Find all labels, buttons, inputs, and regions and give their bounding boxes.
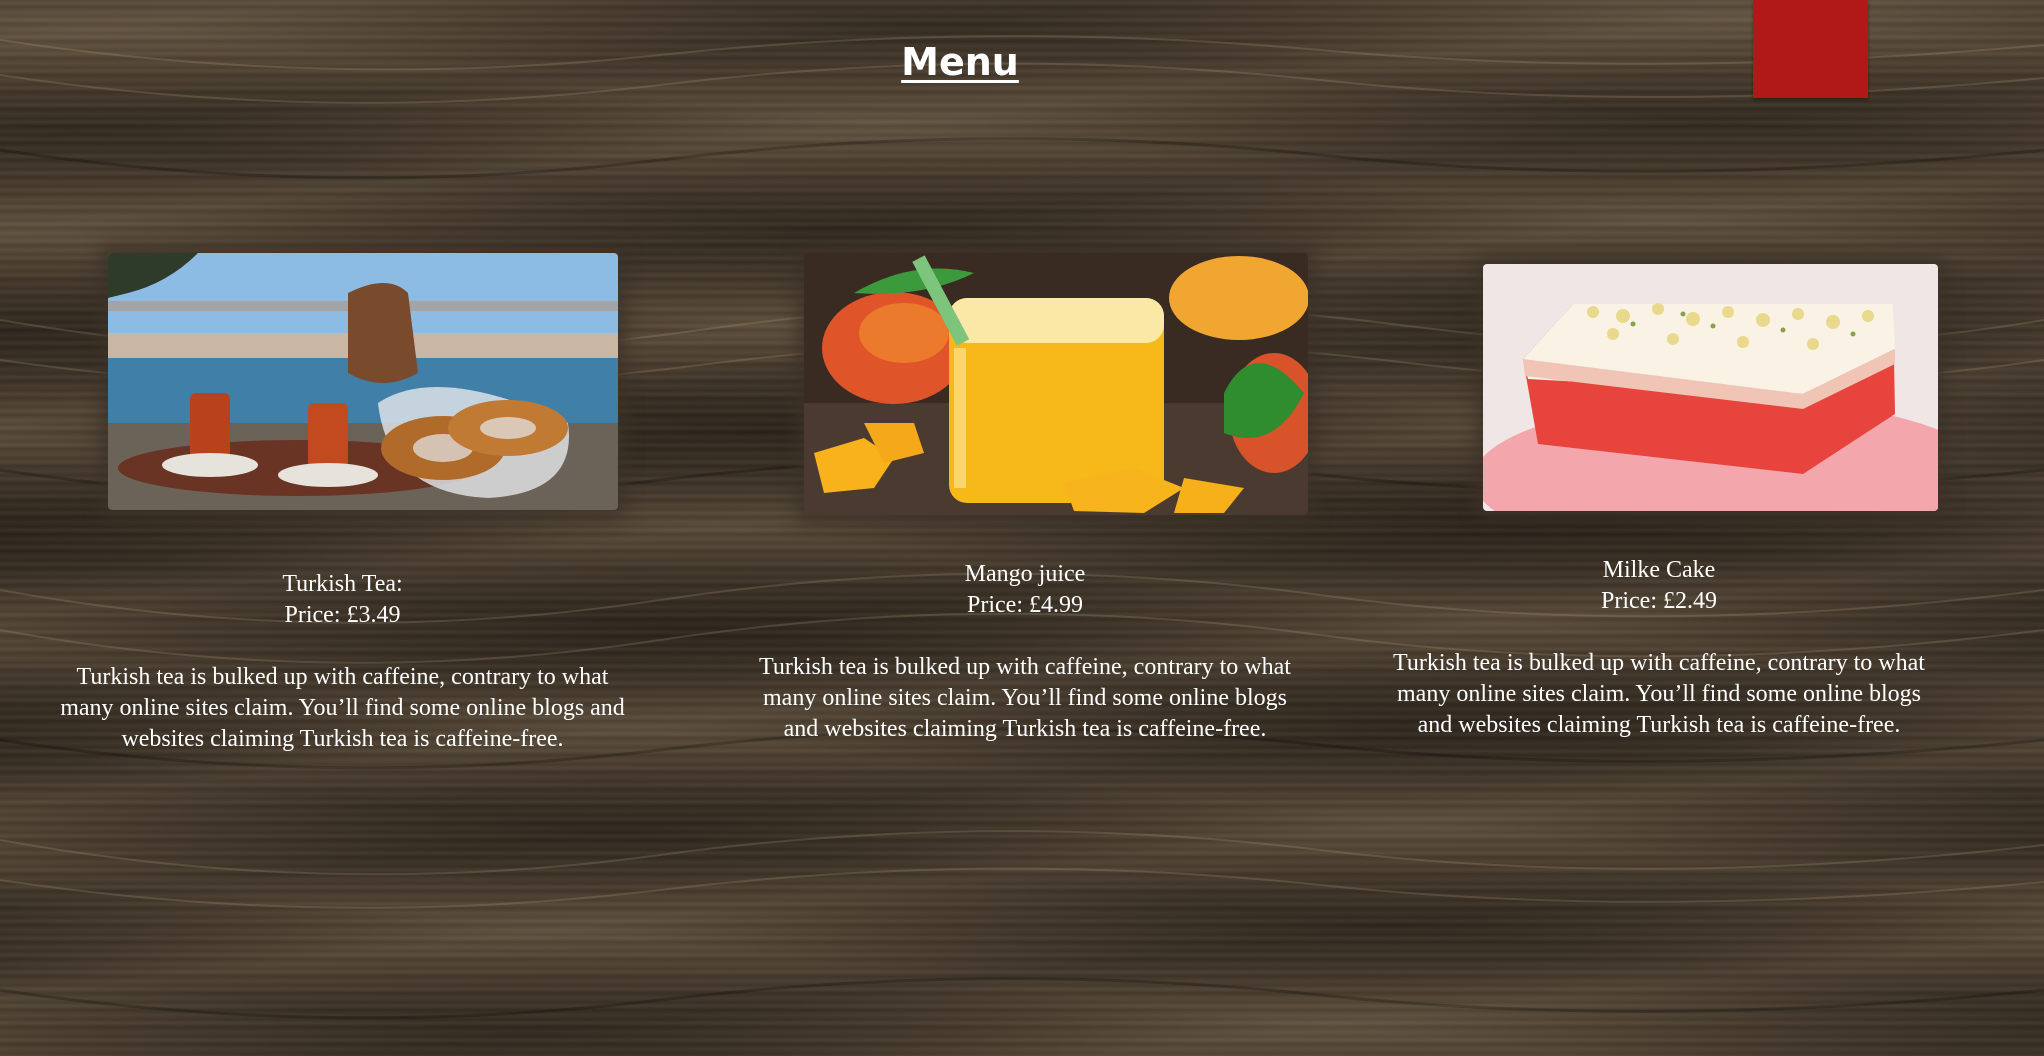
item-price: Price: £2.49 [1601,588,1717,614]
item-price: Price: £4.99 [967,592,1083,618]
item-price: Price: £3.49 [284,602,401,628]
red-corner-button[interactable] [1753,0,1868,98]
milk-cake-image [1483,264,1938,511]
item-description: Turkish tea is bulked up with caffeine, … [60,664,625,752]
turkish-tea-image [108,253,618,510]
item-name: Mango juice [964,561,1086,587]
page-title: Menu [901,40,1019,84]
item-description: Turkish tea is bulked up with caffeine, … [1393,650,1925,738]
menu-item-milk-cake: Milke Cake Price: £2.49 Turkish tea is b… [1378,555,1940,741]
item-description: Turkish tea is bulked up with caffeine, … [759,654,1291,742]
item-name: Milke Cake [1602,557,1716,583]
wood-background [0,35,2044,1020]
item-name: Turkish Tea: [282,571,403,597]
menu-item-mango-juice: Mango juice Price: £4.99 Turkish tea is … [744,559,1306,745]
mango-juice-image [804,253,1308,515]
menu-item-turkish-tea: Turkish Tea: Price: £3.49 Turkish tea is… [50,569,635,755]
